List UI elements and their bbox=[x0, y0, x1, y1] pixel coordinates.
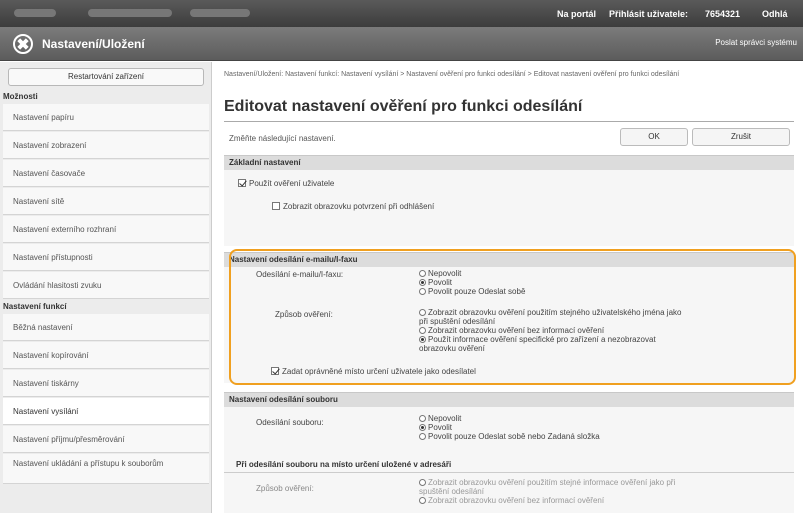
sidebar-section-options: Možnosti bbox=[3, 92, 38, 101]
specify-sender-row[interactable]: Zadat oprávněné místo určení uživatele j… bbox=[271, 367, 476, 376]
blurred-text bbox=[88, 9, 172, 17]
ok-button[interactable]: OK bbox=[620, 128, 688, 146]
sidebar-item-store-access[interactable]: Nastavení ukládání a přístupu k souborům bbox=[3, 454, 209, 484]
restart-device-button[interactable]: Restartování zařízení bbox=[8, 68, 204, 86]
basic-settings-header: Základní nastavení bbox=[224, 155, 794, 170]
file-send-label: Odesílání souboru: bbox=[256, 418, 324, 427]
sidebar-item-volume[interactable]: Ovládání hlasitosti zvuku bbox=[3, 272, 209, 299]
file-auth-method-label: Způsob ověření: bbox=[256, 484, 314, 493]
sidebar-item-send[interactable]: Nastavení vysílání bbox=[3, 398, 209, 425]
file-auth-no-info-radio[interactable] bbox=[419, 497, 426, 504]
email-auth-device-info-radio[interactable] bbox=[419, 336, 426, 343]
email-auth-method-options: Zobrazit obrazovku ověření použitím stej… bbox=[419, 308, 789, 353]
email-fax-send-label: Odesílání e-mailu/I-faxu: bbox=[256, 270, 344, 279]
sidebar-item-printer[interactable]: Nastavení tiskárny bbox=[3, 370, 209, 397]
email-send-self-radio[interactable] bbox=[419, 288, 426, 295]
file-send-disallow-radio[interactable] bbox=[419, 415, 426, 422]
file-send-disallow-option[interactable]: Nepovolit bbox=[419, 414, 600, 423]
file-auth-same-info-option[interactable]: Zobrazit obrazovku ověření použitím stej… bbox=[419, 478, 789, 487]
email-auth-no-info-radio[interactable] bbox=[419, 327, 426, 334]
email-send-disallow-radio[interactable] bbox=[419, 270, 426, 277]
sidebar: Restartování zařízení Možnosti Nastavení… bbox=[0, 62, 212, 513]
use-user-auth-row[interactable]: Použít ověření uživatele bbox=[238, 179, 334, 188]
instruction-text: Změňte následující nastavení. bbox=[229, 134, 336, 143]
main-content: Nastavení/Uložení: Nastavení funkcí: Nas… bbox=[224, 62, 803, 513]
file-send-settings-header: Nastavení odesílání souboru bbox=[224, 392, 794, 407]
sidebar-item-receive-forward[interactable]: Nastavení příjmu/přesměrování bbox=[3, 426, 209, 453]
email-send-allow-radio[interactable] bbox=[419, 279, 426, 286]
sidebar-item-common[interactable]: Běžná nastavení bbox=[3, 314, 209, 341]
sidebar-section-functions: Nastavení funkcí bbox=[3, 302, 67, 311]
sidebar-item-accessibility[interactable]: Nastavení přístupnosti bbox=[3, 244, 209, 271]
use-user-auth-label: Použít ověření uživatele bbox=[249, 179, 335, 188]
email-fax-send-options: Nepovolit Povolit Povolit pouze Odeslat … bbox=[419, 269, 525, 296]
email-fax-settings-header: Nastavení odesílání e-mailu/I-faxu bbox=[224, 252, 794, 267]
logout-link[interactable]: Odhlá bbox=[762, 9, 788, 19]
email-auth-same-user-radio[interactable] bbox=[419, 309, 426, 316]
file-send-allow-radio[interactable] bbox=[419, 424, 426, 431]
sidebar-item-network[interactable]: Nastavení sítě bbox=[3, 188, 209, 215]
title-divider bbox=[224, 121, 794, 122]
cancel-button[interactable]: Zrušit bbox=[692, 128, 790, 146]
specify-sender-label: Zadat oprávněné místo určení uživatele j… bbox=[282, 367, 476, 376]
sidebar-item-copy[interactable]: Nastavení kopírování bbox=[3, 342, 209, 369]
login-user-label: Přihlásit uživatele: bbox=[609, 9, 689, 19]
file-auth-method-options: Zobrazit obrazovku ověření použitím stej… bbox=[419, 478, 789, 505]
email-auth-no-info-option[interactable]: Zobrazit obrazovku ověření bez informací… bbox=[419, 326, 789, 335]
file-auth-same-info-radio[interactable] bbox=[419, 479, 426, 486]
user-id: 7654321 bbox=[705, 9, 741, 19]
email-send-allow-option[interactable]: Povolit bbox=[419, 278, 525, 287]
file-auth-same-info-cont: spuštění odesílání bbox=[419, 487, 484, 496]
specify-sender-checkbox[interactable] bbox=[271, 367, 279, 375]
page-title: Editovat nastavení ověření pro funkci od… bbox=[224, 98, 583, 115]
show-confirm-label: Zobrazit obrazovku potvrzení při odhláše… bbox=[283, 202, 435, 211]
settings-tools-icon bbox=[13, 34, 33, 54]
subheader-divider bbox=[224, 472, 794, 473]
show-confirm-row[interactable]: Zobrazit obrazovku potvrzení při odhláše… bbox=[272, 202, 434, 211]
top-bar: Na portál Přihlásit uživatele: 7654321 O… bbox=[0, 0, 803, 27]
blurred-text bbox=[14, 9, 56, 17]
use-user-auth-checkbox[interactable] bbox=[238, 179, 246, 187]
app-header: Nastavení/Uložení Poslat správci systému bbox=[0, 27, 803, 61]
email-auth-same-user-option[interactable]: Zobrazit obrazovku ověření použitím stej… bbox=[419, 308, 789, 317]
breadcrumb: Nastavení/Uložení: Nastavení funkcí: Nas… bbox=[224, 71, 680, 78]
email-auth-same-user-cont: při spuštění odesílání bbox=[419, 317, 496, 326]
file-send-self-radio[interactable] bbox=[419, 433, 426, 440]
blurred-text bbox=[190, 9, 250, 17]
app-title: Nastavení/Uložení bbox=[42, 37, 145, 51]
file-send-allow-option[interactable]: Povolit bbox=[419, 423, 600, 432]
file-address-book-subheader: Při odesílání souboru na místo určení ul… bbox=[236, 460, 452, 469]
file-send-options: Nepovolit Povolit Povolit pouze Odeslat … bbox=[419, 414, 600, 441]
send-to-admin-link[interactable]: Poslat správci systému bbox=[715, 38, 797, 47]
sidebar-item-paper[interactable]: Nastavení papíru bbox=[3, 104, 209, 131]
portal-link[interactable]: Na portál bbox=[557, 9, 596, 19]
file-auth-no-info-option[interactable]: Zobrazit obrazovku ověření bez informací… bbox=[419, 496, 789, 505]
show-confirm-checkbox[interactable] bbox=[272, 202, 280, 210]
sidebar-item-timer[interactable]: Nastavení časovače bbox=[3, 160, 209, 187]
email-send-disallow-option[interactable]: Nepovolit bbox=[419, 269, 525, 278]
email-auth-method-label: Způsob ověření: bbox=[275, 310, 333, 319]
sidebar-item-external-interface[interactable]: Nastavení externího rozhraní bbox=[3, 216, 209, 243]
email-auth-device-info-option[interactable]: Použít informace ověření specifické pro … bbox=[419, 335, 789, 344]
email-auth-device-info-cont: obrazovku ověření bbox=[419, 344, 485, 353]
email-send-self-option[interactable]: Povolit pouze Odeslat sobě bbox=[419, 287, 525, 296]
sidebar-item-display[interactable]: Nastavení zobrazení bbox=[3, 132, 209, 159]
file-send-self-option[interactable]: Povolit pouze Odeslat sobě nebo Zadaná s… bbox=[419, 432, 600, 441]
